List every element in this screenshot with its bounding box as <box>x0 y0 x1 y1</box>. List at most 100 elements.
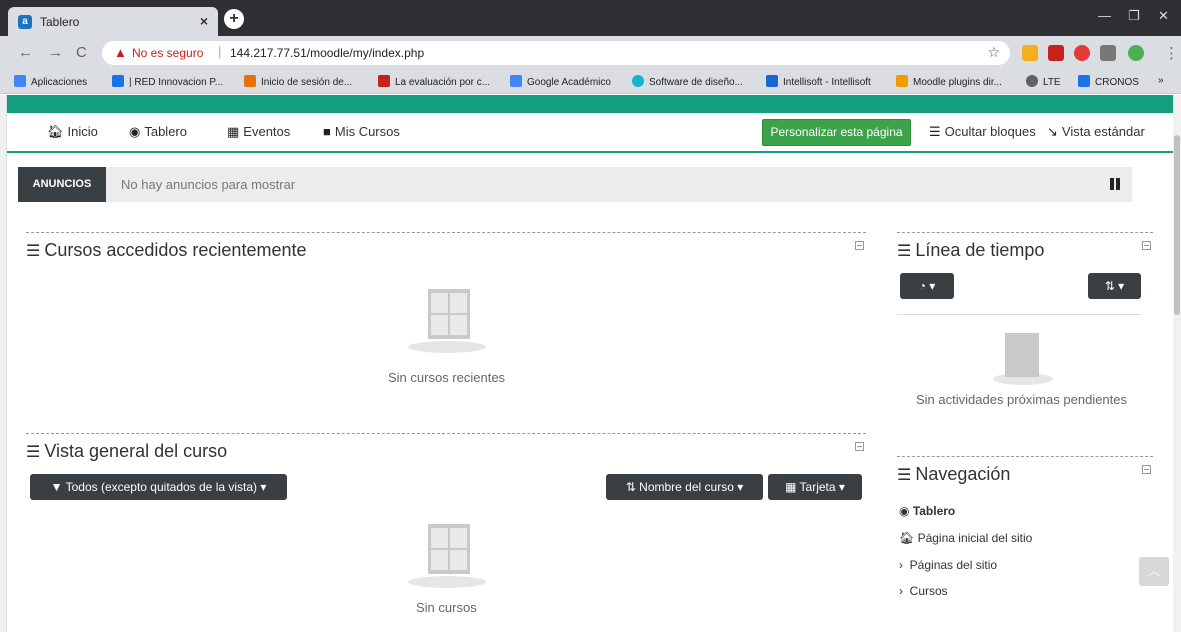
chevron-right-icon: › <box>899 584 910 598</box>
header-accent-bar <box>7 95 1173 113</box>
bookmark-star-icon[interactable]: ☆ <box>987 44 1000 61</box>
warning-icon: ▲ <box>114 45 127 60</box>
reload-icon[interactable]: C <box>76 44 87 61</box>
apps-grid-icon <box>14 75 26 87</box>
sort-icon: ⇅ <box>625 480 640 494</box>
scroll-to-top-button[interactable]: ︿ <box>1139 557 1169 586</box>
announcements-text: No hay anuncios para mostrar <box>121 177 296 192</box>
compress-icon: ↘ <box>1047 124 1058 139</box>
standard-view-button[interactable]: ↘ Vista estándar <box>1047 124 1145 140</box>
browser-tab[interactable]: a Tablero × <box>8 7 218 36</box>
hamburger-icon: ☰ <box>897 467 912 484</box>
view-dropdown[interactable]: ▦ Tarjeta ▾ <box>768 474 862 500</box>
profile-icon[interactable] <box>1128 45 1144 61</box>
close-tab-icon[interactable]: × <box>200 13 208 29</box>
url-text: 144.217.77.51/moodle/my/index.php <box>230 46 425 60</box>
dashboard-icon: ◉ <box>899 504 913 518</box>
back-icon[interactable]: ← <box>18 44 33 61</box>
bookmark-icon <box>510 75 522 87</box>
moodle-favicon-icon: a <box>18 15 32 29</box>
block-title: ☰ Cursos accedidos recientemente <box>26 240 307 260</box>
cookie-extension-icon[interactable] <box>1022 45 1038 61</box>
page-scrollbar[interactable] <box>1173 95 1181 632</box>
moodle-nav-bar: 🏠︎ Inicio ◉ Tablero ▦ Eventos ■ Mis Cursos P… <box>7 113 1173 153</box>
nav-block-site-pages[interactable]: › Páginas del sitio <box>899 558 997 572</box>
nav-eventos[interactable]: ▦ Eventos <box>227 124 290 140</box>
home-icon: 🏠︎ <box>899 531 918 545</box>
forward-icon[interactable]: → <box>48 44 63 61</box>
browser-title-bar: a Tablero × + — ❐ ✕ <box>0 0 1181 36</box>
chevron-up-icon: ︿ <box>1147 564 1160 578</box>
scrollbar-thumb[interactable] <box>1174 135 1180 315</box>
clock-icon: ◔ <box>918 279 926 293</box>
close-window-icon[interactable]: ✕ <box>1158 8 1169 24</box>
hamburger-icon: ☰ <box>26 243 41 260</box>
recent-courses-block: ☰ Cursos accedidos recientemente Sin curs… <box>26 232 866 432</box>
url-input[interactable]: ▲ No es seguro | 144.217.77.51/moodle/my… <box>102 41 1010 65</box>
hamburger-icon: ☰ <box>26 444 41 461</box>
nav-block-courses[interactable]: › Cursos <box>899 584 948 598</box>
bookmark-item[interactable]: CRONOS <box>1078 75 1139 88</box>
collapse-icon[interactable] <box>1142 241 1151 250</box>
collapse-icon[interactable] <box>1142 465 1151 474</box>
chevron-right-icon: › <box>899 558 910 572</box>
course-overview-block: ☰ Vista general del curso ▼ Todos (except… <box>26 433 866 632</box>
bookmark-icon <box>632 75 644 87</box>
security-label[interactable]: No es seguro <box>132 46 203 60</box>
dashboard-icon: ◉ <box>129 124 141 139</box>
bookmark-icon <box>896 75 908 87</box>
globe-icon <box>1026 75 1038 87</box>
indent-icon: ☰ <box>929 124 941 139</box>
timeline-block: ☰ Línea de tiempo ◔ ▾ ⇅ ▾ Sin actividades… <box>897 232 1153 432</box>
timeline-sort-dropdown[interactable]: ⇅ ▾ <box>1088 273 1141 299</box>
sort-dropdown[interactable]: ⇅ Nombre del curso ▾ <box>606 474 763 500</box>
collapse-icon[interactable] <box>855 241 864 250</box>
bookmark-item[interactable]: LTE <box>1026 75 1061 88</box>
bookmark-item[interactable]: Moodle plugins dir... <box>896 75 1002 88</box>
bookmark-item[interactable]: Aplicaciones <box>14 75 87 88</box>
maximize-icon[interactable]: ❐ <box>1128 8 1140 24</box>
url-separator: | <box>218 44 222 59</box>
pdf-extension-icon[interactable] <box>1048 45 1064 61</box>
filter-dropdown[interactable]: ▼ Todos (excepto quitados de la vista) ▾ <box>30 474 287 500</box>
calendar-icon: ▦ <box>227 124 240 139</box>
timeline-divider <box>897 314 1141 315</box>
nav-inicio[interactable]: 🏠︎ Inicio <box>47 124 98 140</box>
nav-tablero[interactable]: ◉ Tablero <box>129 124 187 140</box>
bookmark-icon <box>766 75 778 87</box>
nav-block-site-home[interactable]: 🏠︎ Página inicial del sitio <box>899 531 1032 545</box>
briefcase-icon: ■ <box>323 124 331 139</box>
announcements-label: ANUNCIOS <box>18 167 106 202</box>
block-title: ☰ Línea de tiempo <box>897 240 1045 260</box>
minimize-icon[interactable]: — <box>1098 8 1111 23</box>
empty-overview-text: Sin cursos <box>416 600 477 615</box>
extensions-puzzle-icon[interactable] <box>1100 45 1116 61</box>
bookmark-icon <box>244 75 256 87</box>
collapse-icon[interactable] <box>855 442 864 451</box>
nav-mis-cursos[interactable]: ■ Mis Cursos <box>323 124 400 139</box>
bookmark-item[interactable]: Software de diseño... <box>632 75 743 88</box>
bookmark-item[interactable]: Google Académico <box>510 75 611 88</box>
address-bar: ← → C ▲ No es seguro | 144.217.77.51/moo… <box>0 36 1181 70</box>
pause-icon[interactable] <box>1110 178 1120 190</box>
nav-block-tablero[interactable]: ◉ Tablero <box>899 504 955 518</box>
block-title: ☰ Navegación <box>897 464 1011 484</box>
hamburger-icon: ☰ <box>897 243 912 260</box>
bookmark-item[interactable]: La evaluación por c... <box>378 75 490 88</box>
sort-icon: ⇅ <box>1104 279 1115 293</box>
customize-page-button[interactable]: Personalizar esta página <box>762 119 911 146</box>
menu-kebab-icon[interactable]: ⋮ <box>1164 44 1179 62</box>
new-tab-button[interactable]: + <box>224 9 244 29</box>
home-icon: 🏠︎ <box>47 124 64 139</box>
page-left-edge <box>0 95 7 632</box>
bookmark-item[interactable]: | RED Innovacion P... <box>112 75 223 88</box>
bookmark-item[interactable]: Inicio de sesión de... <box>244 75 352 88</box>
more-bookmarks-icon[interactable]: » <box>1158 75 1164 86</box>
timeline-filter-dropdown[interactable]: ◔ ▾ <box>900 273 954 299</box>
bookmark-icon <box>1078 75 1090 87</box>
yab-extension-icon[interactable] <box>1074 45 1090 61</box>
grid-icon: ▦ <box>785 480 800 494</box>
bookmark-item[interactable]: Intellisoft - Intellisoft <box>766 75 871 88</box>
tab-title: Tablero <box>40 15 80 29</box>
hide-blocks-button[interactable]: ☰ Ocultar bloques <box>929 124 1036 140</box>
